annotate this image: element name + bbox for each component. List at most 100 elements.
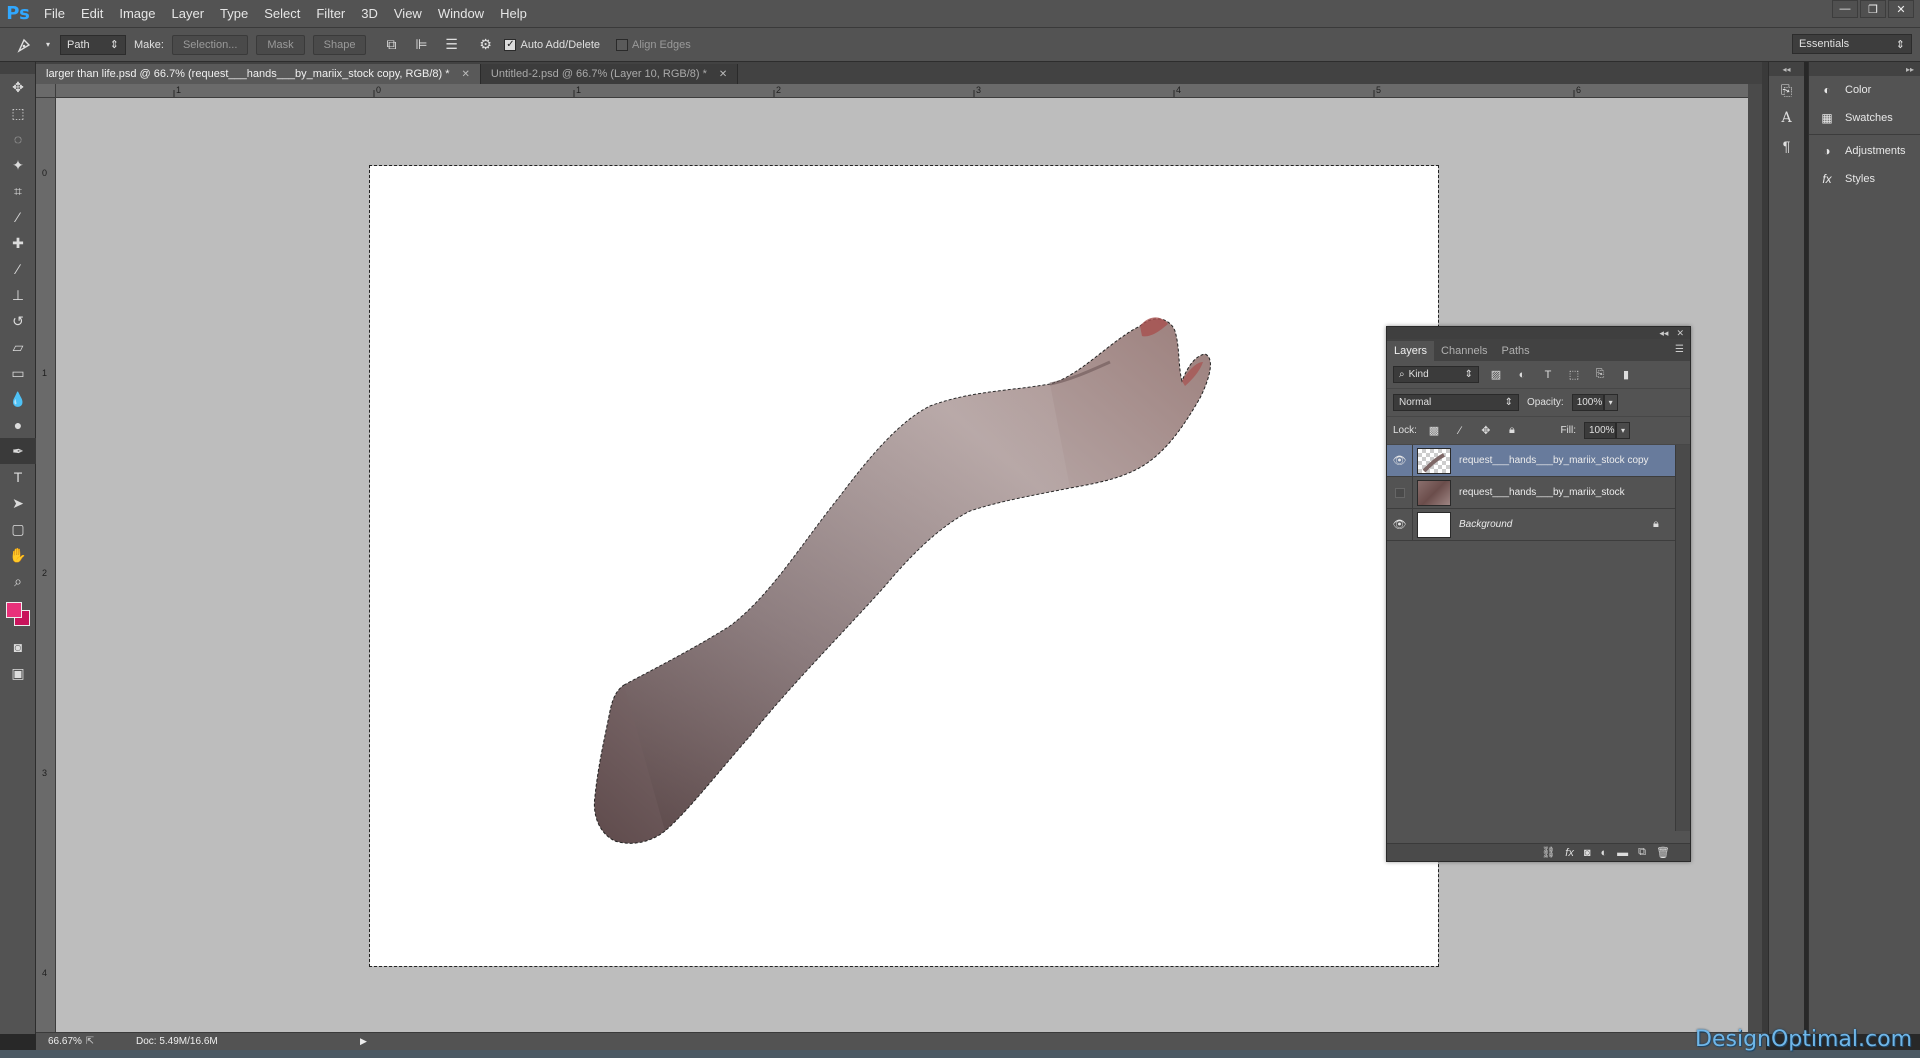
menu-layer[interactable]: Layer <box>164 0 213 28</box>
layer-row[interactable]: 👁︎ Background 🔒︎ <box>1387 508 1675 541</box>
make-shape-button[interactable]: Shape <box>312 34 367 55</box>
magic-wand-tool-icon[interactable]: ✦ <box>0 152 36 178</box>
adjustment-layer-icon[interactable]: ◐ <box>1601 847 1608 859</box>
ruler-vertical[interactable]: 0 1 2 3 4 <box>36 84 56 1032</box>
menu-file[interactable]: File <box>36 0 73 28</box>
minimize-button[interactable]: — <box>1832 0 1858 18</box>
layers-scrollbar[interactable] <box>1675 445 1690 831</box>
eye-icon[interactable]: 👁︎ <box>1387 508 1413 541</box>
layer-name[interactable]: request___hands___by_mariix_stock <box>1459 487 1675 498</box>
gradient-tool-icon[interactable]: ▭ <box>0 360 36 386</box>
path-operations-icon[interactable]: ⧉ <box>380 34 402 56</box>
layer-name[interactable]: Background <box>1459 519 1653 530</box>
opacity-input[interactable]: 100% <box>1571 394 1604 411</box>
layer-name[interactable]: request___hands___by_mariix_stock copy <box>1459 455 1675 466</box>
crop-tool-icon[interactable]: ⌗ <box>0 178 36 204</box>
collapse-panels-icon[interactable]: ▸▸ <box>1809 62 1920 76</box>
fill-input[interactable]: 100% <box>1584 422 1616 439</box>
ruler-horizontal[interactable]: 1 0 1 2 3 4 5 6 <box>56 84 1748 98</box>
menu-select[interactable]: Select <box>256 0 308 28</box>
pen-tool-icon[interactable]: ✒ <box>0 438 36 464</box>
marquee-tool-icon[interactable]: ⬚ <box>0 100 36 126</box>
lock-position-icon[interactable]: ✥ <box>1477 422 1495 440</box>
lock-all-icon[interactable]: 🔒︎ <box>1503 422 1521 440</box>
menu-filter[interactable]: Filter <box>308 0 353 28</box>
history-panel-icon[interactable]: ⎘ <box>1769 76 1804 104</box>
move-tool-icon[interactable]: ✥ <box>0 74 36 100</box>
pixel-filter-icon[interactable]: ▨ <box>1487 366 1505 384</box>
align-edges-checkbox[interactable]: Align Edges <box>616 38 691 51</box>
color-panel-button[interactable]: ◐ Color <box>1809 76 1920 104</box>
chevron-down-icon[interactable]: ▾ <box>1603 394 1618 411</box>
panel-menu-icon[interactable]: ☰ <box>1675 344 1684 355</box>
brush-tool-icon[interactable]: ∕ <box>0 256 36 282</box>
filter-kind-select[interactable]: ⌕ Kind ⇕ <box>1393 366 1479 383</box>
blend-mode-select[interactable]: Normal ⇕ <box>1393 394 1519 411</box>
layer-style-icon[interactable]: fx <box>1565 847 1574 859</box>
trash-icon[interactable]: 🗑︎ <box>1656 846 1670 859</box>
type-filter-icon[interactable]: T <box>1539 366 1557 384</box>
eye-icon[interactable]: 👁︎ <box>1387 444 1413 477</box>
shape-filter-icon[interactable]: ⬚ <box>1565 366 1583 384</box>
path-selection-tool-icon[interactable]: ➤ <box>0 490 36 516</box>
path-alignment-icon[interactable]: ⊫ <box>410 34 432 56</box>
eraser-tool-icon[interactable]: ▱ <box>0 334 36 360</box>
link-layers-icon[interactable]: ⛓ <box>1541 846 1555 859</box>
close-icon[interactable]: ✕ <box>719 69 727 80</box>
document-canvas[interactable] <box>369 165 1439 967</box>
history-brush-tool-icon[interactable]: ↺ <box>0 308 36 334</box>
ruler-origin[interactable] <box>36 84 56 98</box>
layers-panel-titlebar[interactable]: ◂◂ ✕ <box>1387 327 1690 339</box>
share-icon[interactable]: ⇱ <box>80 1036 100 1047</box>
new-layer-icon[interactable]: ⧉ <box>1638 846 1646 859</box>
make-selection-button[interactable]: Selection... <box>171 34 249 55</box>
auto-add-delete-checkbox[interactable]: ✓ Auto Add/Delete <box>504 38 600 51</box>
shape-tool-icon[interactable]: ▢ <box>0 516 36 542</box>
close-button[interactable]: ✕ <box>1888 0 1914 18</box>
paragraph-panel-icon[interactable]: ¶ <box>1769 132 1804 160</box>
adjustments-panel-button[interactable]: ◑ Adjustments <box>1809 137 1920 165</box>
document-tab-active[interactable]: larger than life.psd @ 66.7% (request___… <box>36 64 481 84</box>
filter-toggle-icon[interactable]: ▮ <box>1617 366 1635 384</box>
document-tab-untitled[interactable]: Untitled-2.psd @ 66.7% (Layer 10, RGB/8)… <box>480 64 739 84</box>
tools-panel-header[interactable] <box>0 62 35 74</box>
layer-row[interactable]: 👁︎ request___hands___by_mariix_stock cop… <box>1387 444 1675 477</box>
close-icon[interactable]: ✕ <box>1676 328 1684 339</box>
styles-panel-button[interactable]: fx Styles <box>1809 165 1920 193</box>
menu-edit[interactable]: Edit <box>73 0 111 28</box>
make-mask-button[interactable]: Mask <box>256 34 305 55</box>
lasso-tool-icon[interactable]: ◌ <box>0 126 36 152</box>
close-icon[interactable]: ✕ <box>462 69 470 80</box>
restore-button[interactable]: ❐ <box>1860 0 1886 18</box>
type-tool-icon[interactable]: T <box>0 464 36 490</box>
smart-object-filter-icon[interactable]: ⎘ <box>1591 366 1609 384</box>
adjustment-filter-icon[interactable]: ◐ <box>1513 366 1531 384</box>
foreground-color-swatch[interactable] <box>6 602 22 618</box>
collapse-icon[interactable]: ◂◂ <box>1659 328 1668 339</box>
eyedropper-tool-icon[interactable]: ⁄ <box>0 204 36 230</box>
chevron-down-icon[interactable]: ▾ <box>1616 422 1630 439</box>
add-mask-icon[interactable]: ◙ <box>1584 847 1591 859</box>
dodge-tool-icon[interactable]: ● <box>0 412 36 438</box>
pen-tool-preset-icon[interactable] <box>14 34 36 56</box>
expand-panels-icon[interactable]: ◂◂ <box>1769 62 1804 76</box>
path-arrangement-icon[interactable]: ☰ <box>440 34 462 56</box>
gear-icon[interactable]: ⚙ <box>474 34 496 56</box>
tab-layers[interactable]: Layers <box>1387 341 1435 361</box>
menu-view[interactable]: View <box>386 0 430 28</box>
play-icon[interactable]: ▶ <box>240 1036 367 1047</box>
menu-type[interactable]: Type <box>212 0 256 28</box>
document-info[interactable]: Doc: 5.49M/16.6M <box>100 1036 240 1047</box>
clone-stamp-tool-icon[interactable]: ⊥ <box>0 282 36 308</box>
healing-brush-tool-icon[interactable]: ✚ <box>0 230 36 256</box>
lock-transparency-icon[interactable]: ▩ <box>1425 422 1443 440</box>
chevron-down-icon[interactable]: ▾ <box>44 34 52 56</box>
character-panel-icon[interactable]: A <box>1769 104 1804 132</box>
menu-window[interactable]: Window <box>430 0 492 28</box>
new-group-icon[interactable]: ▬ <box>1617 847 1628 859</box>
menu-3d[interactable]: 3D <box>353 0 386 28</box>
menu-image[interactable]: Image <box>111 0 163 28</box>
blur-tool-icon[interactable]: 💧 <box>0 386 36 412</box>
canvas-vertical-scrollbar[interactable] <box>1748 84 1762 1032</box>
zoom-level[interactable]: 66.67% <box>36 1036 82 1047</box>
